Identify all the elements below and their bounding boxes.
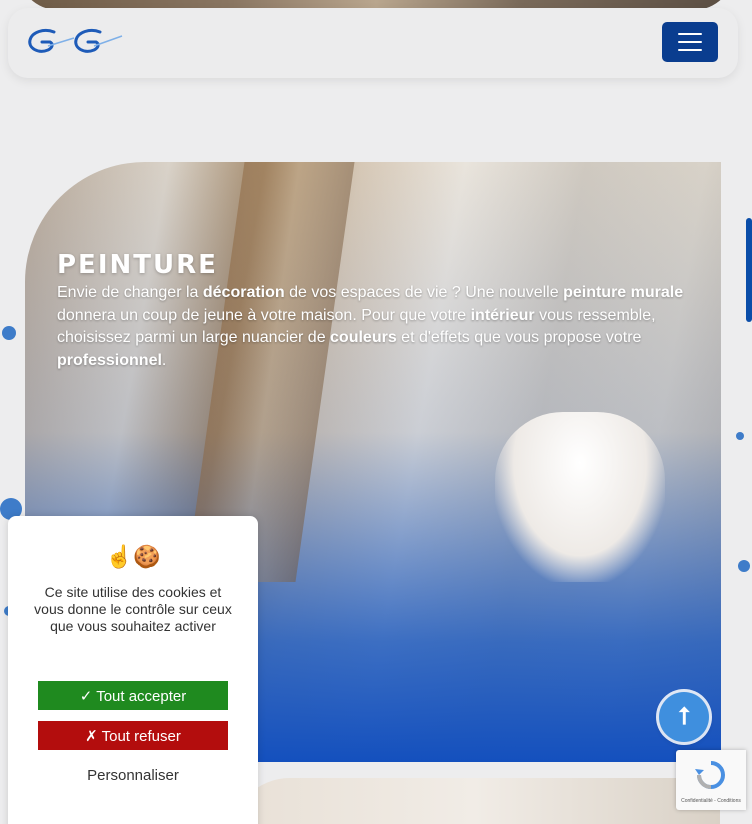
- hero-keyword: intérieur: [470, 306, 535, 324]
- menu-toggle-button[interactable]: [662, 22, 718, 62]
- hero-keyword: peinture murale: [563, 284, 684, 301]
- arrow-up-icon: ⭡: [678, 703, 690, 730]
- site-logo[interactable]: [26, 24, 126, 60]
- hero-title: PEINTURE: [57, 250, 218, 280]
- recaptcha-legal-text[interactable]: Confidentialité - Conditions: [681, 798, 741, 804]
- hero-text-segment: .: [161, 351, 167, 369]
- next-section-image: [230, 778, 720, 824]
- hero-keyword: couleurs: [330, 329, 397, 346]
- recaptcha-badge[interactable]: Confidentialité - Conditions: [676, 750, 746, 810]
- hero-description: Envie de changer la décoration de vos es…: [57, 282, 687, 372]
- cookie-consent-panel: ☝🍪 Ce site utilise des cookies et vous d…: [8, 516, 258, 824]
- hero-text-segment: donnera un coup de jeune à votre maison.…: [57, 306, 471, 324]
- hero-keyword: décoration: [202, 284, 285, 301]
- recaptcha-icon: [695, 761, 725, 789]
- site-header: [8, 8, 738, 78]
- accept-all-cookies-button[interactable]: ✓ Tout accepter: [38, 681, 228, 710]
- hero-text-segment: Envie de changer la: [57, 284, 203, 301]
- paint-splatter: [736, 432, 744, 440]
- hero-text-segment: et d'effets que vous propose votre: [396, 329, 642, 346]
- hamburger-icon: [678, 33, 702, 35]
- paint-splatter: [738, 560, 750, 572]
- cookie-hand-icon: ☝🍪: [105, 544, 161, 569]
- hamburger-icon-line: [678, 41, 702, 43]
- scroll-to-top-button[interactable]: ⭡: [659, 692, 709, 742]
- refuse-all-cookies-button[interactable]: ✗ Tout refuser: [38, 721, 228, 750]
- customize-cookies-button[interactable]: Personnaliser: [38, 764, 228, 786]
- hamburger-icon-line: [678, 49, 702, 51]
- scroll-indicator[interactable]: [746, 218, 752, 322]
- hero-keyword: professionnel: [57, 351, 162, 369]
- hero-text-segment: de vos espaces de vie ? Une nouvelle: [284, 284, 564, 301]
- paint-bucket-image: [495, 412, 665, 582]
- cookie-message: Ce site utilise des cookies et vous donn…: [34, 584, 232, 634]
- paint-splatter: [2, 326, 16, 340]
